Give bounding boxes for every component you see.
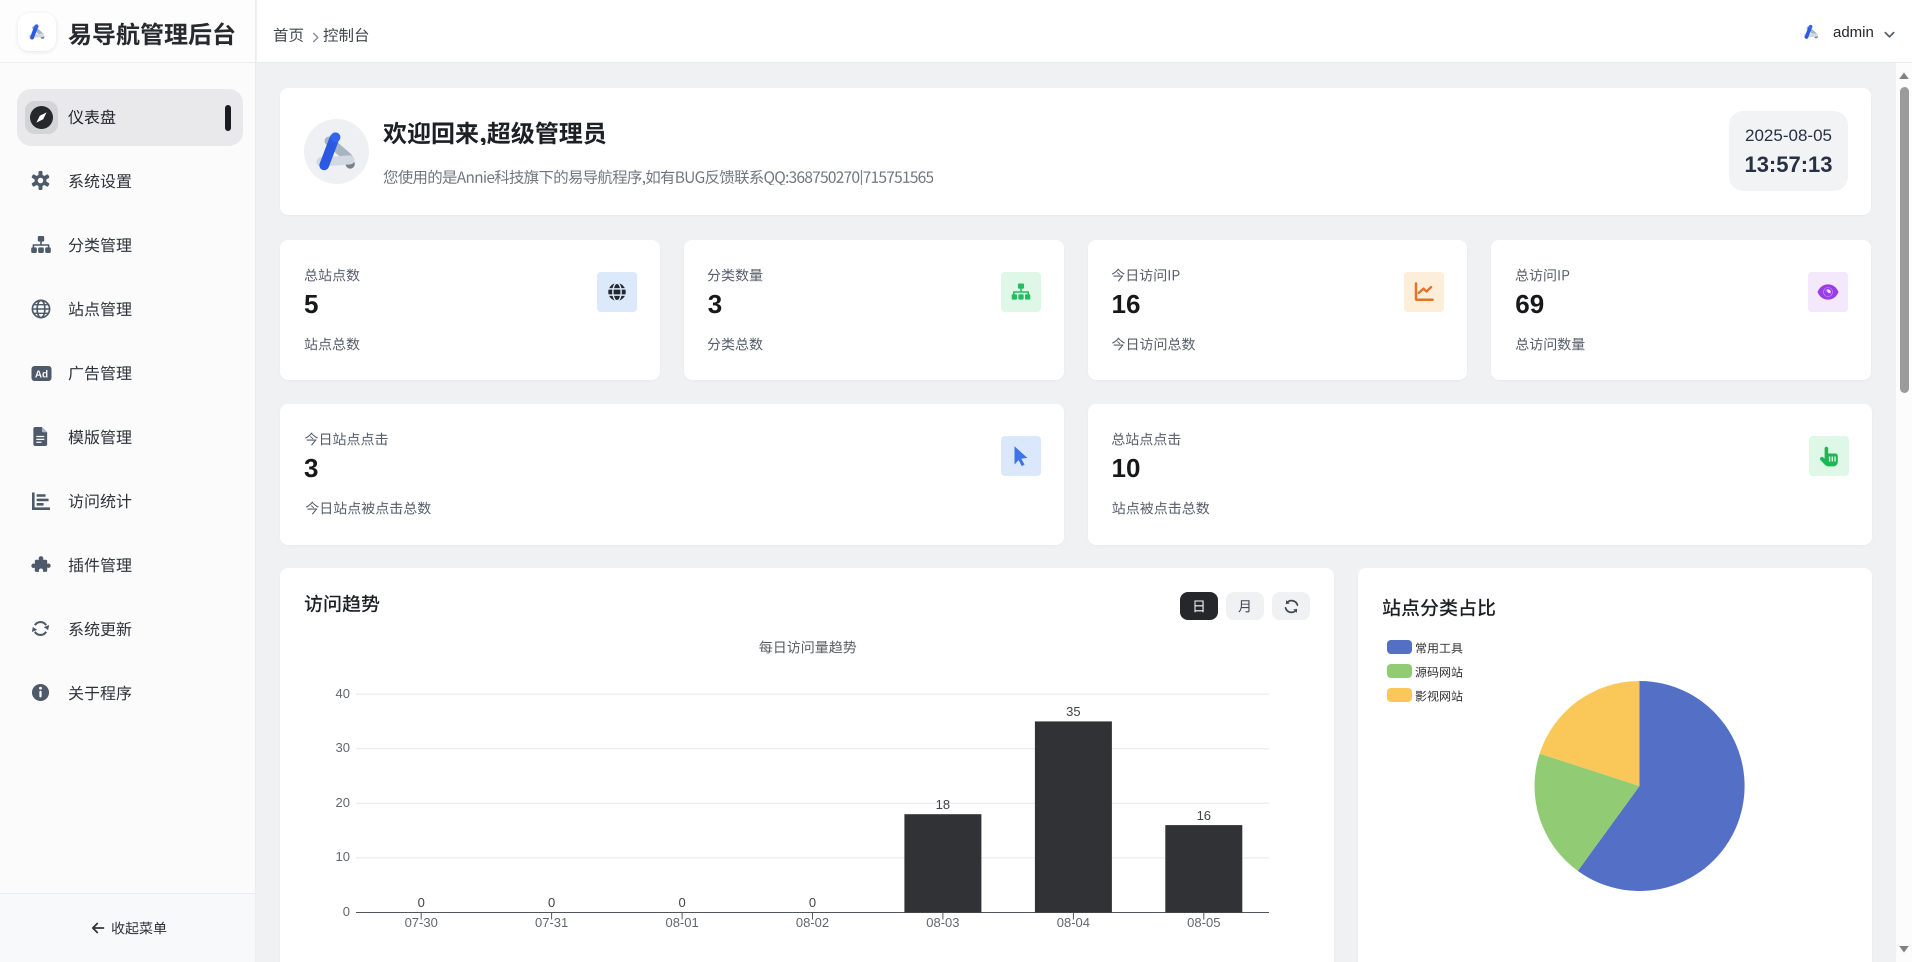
svg-text:Ad: Ad xyxy=(35,370,48,381)
